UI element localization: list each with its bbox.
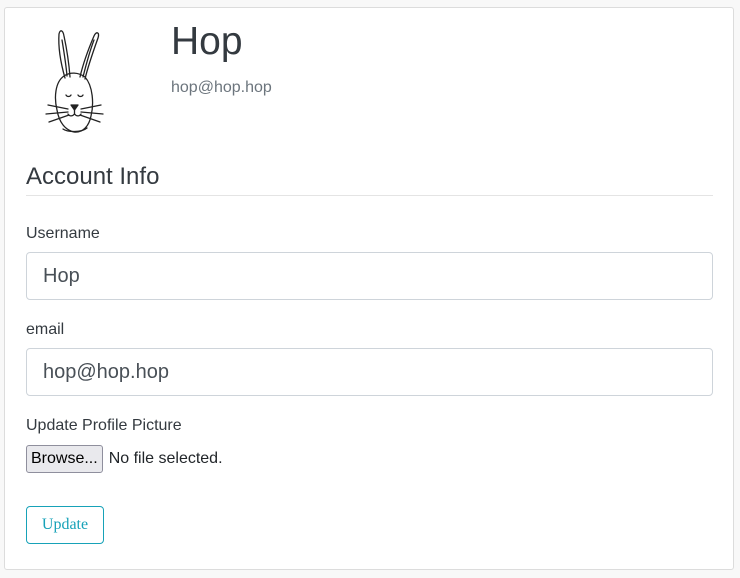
rabbit-sketch-icon	[45, 30, 104, 133]
profile-picture-label: Update Profile Picture	[26, 417, 182, 434]
email-field[interactable]	[26, 348, 713, 396]
file-picker: Browse... No file selected.	[26, 445, 223, 473]
browse-button[interactable]: Browse...	[26, 445, 103, 473]
update-button[interactable]: Update	[26, 506, 104, 544]
section-divider	[26, 195, 713, 196]
username-field[interactable]	[26, 252, 713, 300]
profile-header: Hop hop@hop.hop	[5, 8, 733, 138]
avatar	[37, 26, 107, 136]
profile-email: hop@hop.hop	[171, 79, 272, 96]
file-status: No file selected.	[108, 450, 223, 467]
email-label: email	[26, 321, 65, 338]
profile-name: Hop	[171, 20, 243, 63]
username-label: Username	[26, 225, 100, 242]
profile-card: Hop hop@hop.hop Account Info Username em…	[4, 7, 734, 570]
section-title: Account Info	[26, 163, 160, 190]
